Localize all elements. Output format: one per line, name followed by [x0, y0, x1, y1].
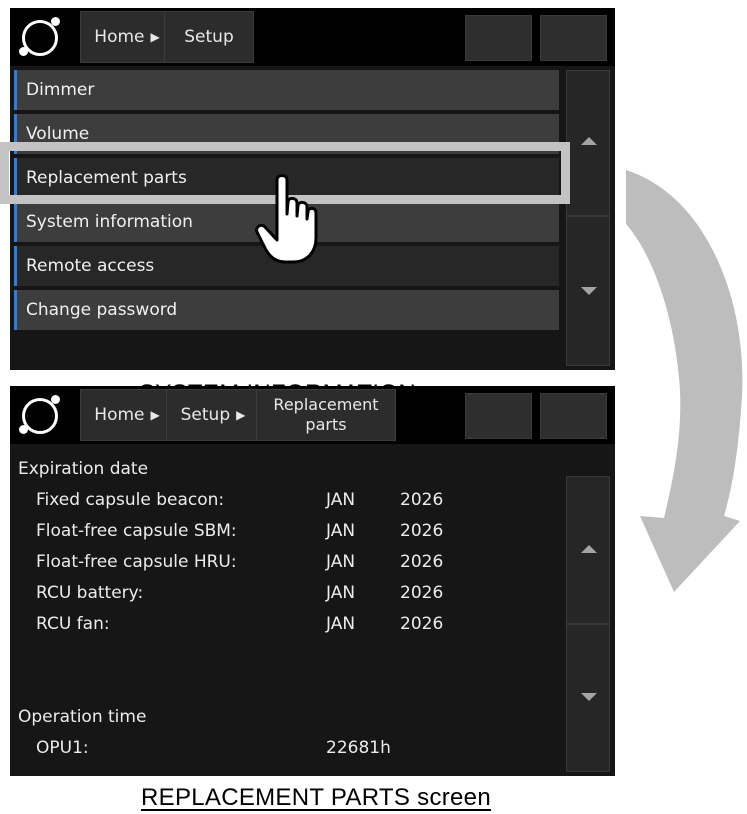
triangle-up-icon [581, 137, 597, 145]
menu-item-change-password[interactable]: Change password [14, 290, 559, 330]
menu-item-label: Change password [26, 300, 178, 320]
expiration-date-heading: Expiration date [18, 459, 149, 479]
top-bar-button-2[interactable] [540, 15, 607, 61]
ring-logo-icon[interactable] [14, 392, 72, 442]
breadcrumb-setup[interactable]: Setup ▶ [166, 389, 260, 441]
breadcrumb-setup-label: Setup [180, 405, 231, 425]
breadcrumb-home-label: Home [94, 27, 145, 47]
menu-item-dimmer[interactable]: Dimmer [14, 70, 559, 110]
expiration-label: RCU battery: [36, 583, 144, 603]
triangle-up-icon [581, 545, 597, 553]
operation-value: 22681h [326, 738, 391, 758]
top-bar: Home ▶ Setup ▶ Replacement parts [10, 386, 615, 444]
top-bar-button-2[interactable] [540, 393, 607, 439]
triangle-right-icon: ▶ [236, 408, 246, 422]
expiration-month: JAN [326, 521, 356, 541]
operation-label: OPU1: [36, 738, 89, 758]
menu-item-label: Remote access [26, 256, 155, 276]
top-bar-button-1[interactable] [465, 393, 532, 439]
breadcrumb-setup[interactable]: Setup [164, 11, 254, 63]
expiration-label: Float-free capsule HRU: [36, 552, 237, 572]
scroll-up-button[interactable] [566, 476, 610, 624]
breadcrumb-setup-label: Setup [184, 27, 234, 47]
menu-item-label: Volume [26, 124, 90, 144]
expiration-label: Float-free capsule SBM: [36, 521, 237, 541]
curved-arrow-icon [626, 170, 743, 592]
breadcrumb-current-line2: parts [305, 415, 347, 434]
triangle-right-icon: ▶ [150, 408, 160, 422]
menu-item-label: System information [26, 212, 193, 232]
breadcrumb-home[interactable]: Home ▶ [80, 11, 174, 63]
expiration-year: 2026 [400, 552, 444, 572]
expiration-year: 2026 [400, 521, 444, 541]
triangle-down-icon [581, 287, 597, 295]
scroll-down-button[interactable] [566, 216, 610, 366]
replacement-parts-screen: Home ▶ Setup ▶ Replacement parts Expiratio… [10, 386, 615, 776]
top-bar-button-1[interactable] [465, 15, 532, 61]
top-bar: Home ▶ Setup [10, 8, 615, 66]
breadcrumb-current-line1: Replacement [273, 395, 379, 414]
breadcrumb-home[interactable]: Home ▶ [80, 389, 174, 441]
expiration-label: Fixed capsule beacon: [36, 490, 225, 510]
expiration-year: 2026 [400, 614, 444, 634]
expiration-month: JAN [326, 583, 356, 603]
breadcrumb-replacement-parts[interactable]: Replacement parts [256, 389, 396, 441]
ring-logo-icon[interactable] [14, 14, 72, 64]
scroll-down-button[interactable] [566, 624, 610, 772]
expiration-month: JAN [326, 614, 356, 634]
operation-time-heading: Operation time [18, 707, 147, 727]
expiration-year: 2026 [400, 490, 444, 510]
scroll-up-button[interactable] [566, 70, 610, 216]
hand-pointer-icon [255, 174, 318, 264]
triangle-right-icon: ▶ [150, 30, 160, 44]
expiration-month: JAN [326, 490, 356, 510]
expiration-year: 2026 [400, 583, 444, 603]
breadcrumb-home-label: Home [94, 405, 145, 425]
expiration-month: JAN [326, 552, 356, 572]
expiration-label: RCU fan: [36, 614, 110, 634]
screen2-caption: REPLACEMENT PARTS screen [141, 784, 491, 811]
triangle-down-icon [581, 693, 597, 701]
menu-item-label: Dimmer [26, 80, 95, 100]
